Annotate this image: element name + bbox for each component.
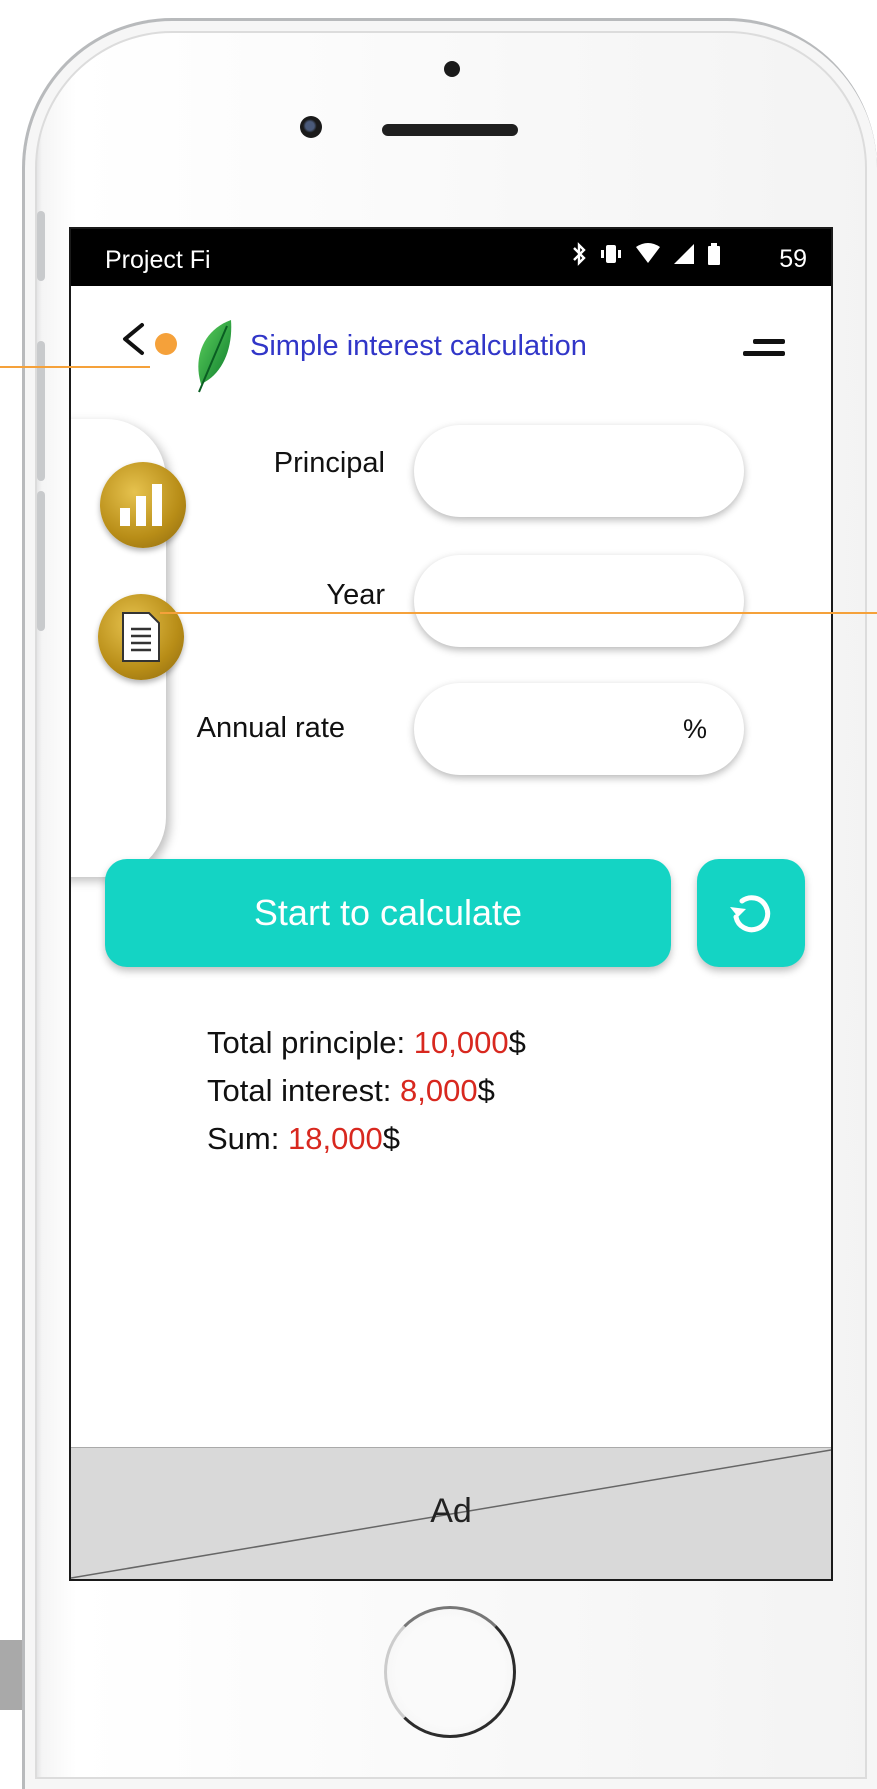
- ad-banner[interactable]: Ad: [71, 1447, 831, 1579]
- menu-icon: [753, 339, 785, 344]
- year-label: Year: [326, 579, 385, 611]
- vibrate-icon: [601, 245, 621, 263]
- earpiece-speaker: [382, 124, 518, 136]
- app-header: Simple interest calculation: [71, 286, 831, 406]
- year-input[interactable]: [414, 555, 744, 647]
- leaf-logo-icon: [198, 320, 232, 393]
- chevron-left-icon: [123, 323, 144, 355]
- proximity-sensor: [444, 61, 460, 77]
- reset-button[interactable]: [697, 859, 805, 967]
- ad-label: Ad: [430, 1492, 472, 1530]
- total-principle-line: Total principle: 10,000$: [207, 1019, 526, 1067]
- phone-screen: Project Fi 59 Simple interest calculatio…: [69, 227, 833, 1581]
- battery-icon: [708, 243, 720, 265]
- clock: 59: [779, 245, 807, 273]
- wifi-icon: [636, 243, 660, 263]
- total-interest-value: 8,000: [399, 1073, 478, 1108]
- back-button[interactable]: [113, 314, 153, 370]
- sum-label: Sum:: [207, 1121, 288, 1156]
- phone-volume-down-button: [37, 491, 45, 631]
- principal-input[interactable]: [414, 425, 744, 517]
- bluetooth-icon: [573, 242, 586, 266]
- annual-rate-label: Annual rate: [196, 712, 345, 744]
- total-principle-label: Total principle:: [207, 1025, 414, 1060]
- currency-symbol: $: [477, 1073, 495, 1108]
- currency-symbol: $: [508, 1025, 526, 1060]
- front-camera: [300, 116, 322, 138]
- menu-button[interactable]: [743, 334, 785, 364]
- currency-symbol: $: [382, 1121, 401, 1156]
- annotation-line-chart: [160, 612, 877, 614]
- menu-icon-bar: [743, 351, 785, 356]
- total-interest-label: Total interest:: [207, 1073, 400, 1108]
- principal-label: Principal: [273, 447, 385, 479]
- cell-signal-icon: [674, 244, 694, 264]
- document-icon: [122, 612, 160, 662]
- total-interest-line: Total interest: 8,000$: [207, 1067, 526, 1115]
- status-icons: [571, 242, 721, 266]
- sum-value: 18,000: [287, 1121, 383, 1156]
- phone-volume-up-button: [37, 341, 45, 481]
- refresh-icon: [730, 894, 771, 932]
- calculate-button[interactable]: Start to calculate: [105, 859, 671, 967]
- page-title: Simple interest calculation: [250, 330, 587, 362]
- percent-unit: %: [683, 714, 708, 744]
- phone-side-button: [37, 211, 45, 281]
- bar-chart-icon: [120, 484, 162, 526]
- status-bar: Project Fi 59: [71, 229, 831, 286]
- sum-line: Sum: 18,000$: [207, 1115, 526, 1163]
- carrier-name: Project Fi: [105, 246, 211, 274]
- annotation-marker-dot: [155, 333, 177, 355]
- results-panel: Total principle: 10,000$ Total interest:…: [207, 1019, 526, 1163]
- annotation-line-back: [0, 366, 150, 368]
- home-button[interactable]: [384, 1606, 516, 1738]
- total-principle-value: 10,000: [413, 1025, 509, 1060]
